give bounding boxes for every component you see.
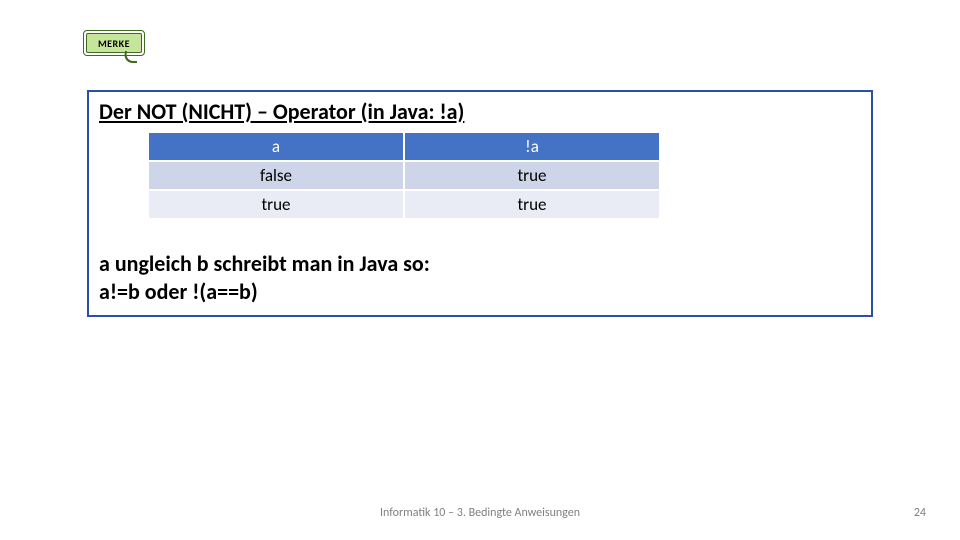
- note-line-1: a ungleich b schreibt man in Java so:: [99, 250, 861, 278]
- cell: false: [149, 161, 404, 190]
- badge-tail: [123, 51, 139, 63]
- content-box: Der NOT (NICHT) – Operator (in Java: !a)…: [87, 90, 873, 317]
- table-header-row: a !a: [149, 133, 659, 161]
- note-line-2: a!=b oder !(a==b): [99, 278, 861, 306]
- table-row: false true: [149, 161, 659, 190]
- merke-badge: MERKE: [86, 33, 142, 53]
- cell: true: [404, 190, 659, 218]
- badge-label: MERKE: [86, 33, 142, 53]
- cell: true: [404, 161, 659, 190]
- footer-text: Informatik 10 – 3. Bedingte Anweisungen: [0, 506, 960, 520]
- note-text: a ungleich b schreibt man in Java so: a!…: [99, 250, 861, 305]
- cell: true: [149, 190, 404, 218]
- col-header-not-a: !a: [404, 133, 659, 161]
- col-header-a: a: [149, 133, 404, 161]
- page-number: 24: [914, 506, 926, 520]
- section-heading: Der NOT (NICHT) – Operator (in Java: !a): [99, 98, 861, 125]
- table-row: true true: [149, 190, 659, 218]
- truth-table: a !a false true true true: [149, 133, 659, 218]
